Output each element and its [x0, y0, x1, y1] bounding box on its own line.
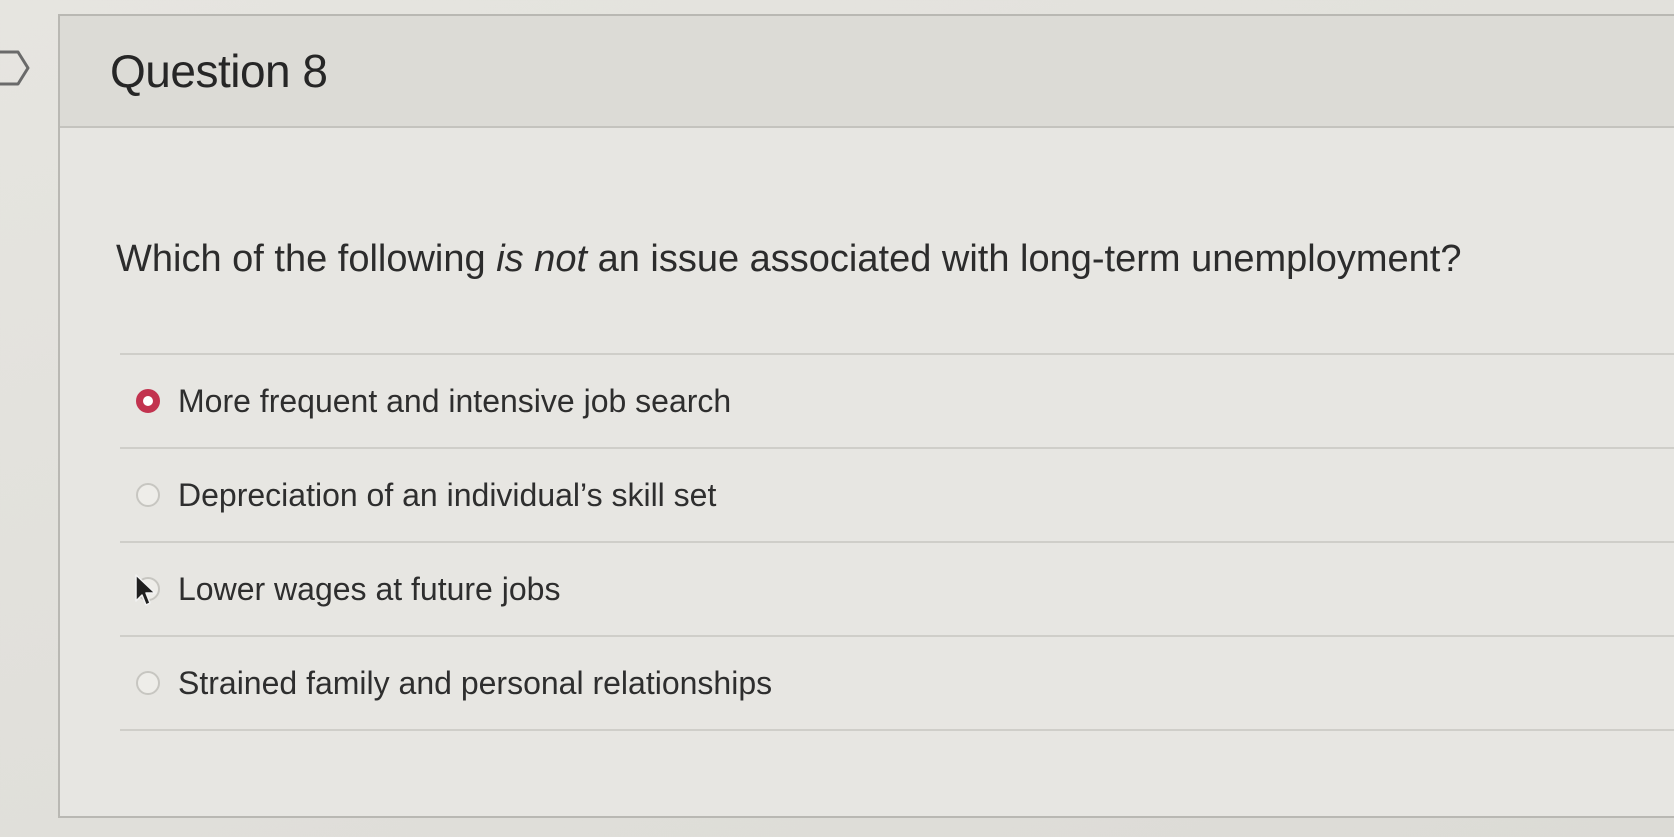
answer-option-2[interactable]: Depreciation of an individual’s skill se… — [120, 449, 1674, 543]
radio-button[interactable] — [136, 671, 160, 695]
question-card: Question 8 Which of the following is not… — [58, 14, 1674, 818]
prompt-text-before: Which of the following — [116, 238, 497, 280]
answer-label: Lower wages at future jobs — [178, 570, 561, 607]
answer-label: Depreciation of an individual’s skill se… — [178, 476, 717, 513]
answer-option-4[interactable]: Strained family and personal relationshi… — [120, 637, 1674, 731]
question-header: Question 8 — [60, 16, 1674, 128]
answer-list: More frequent and intensive job search D… — [120, 353, 1674, 731]
radio-button-selected[interactable] — [136, 389, 160, 413]
radio-button[interactable] — [135, 574, 160, 606]
answer-option-3[interactable]: Lower wages at future jobs — [120, 543, 1674, 637]
question-body: Which of the following is not an issue a… — [60, 128, 1674, 816]
prompt-text-after: an issue associated with long-term unemp… — [587, 238, 1462, 280]
question-prompt: Which of the following is not an issue a… — [116, 238, 1461, 281]
radio-button[interactable] — [136, 483, 160, 507]
answer-label: More frequent and intensive job search — [178, 382, 732, 419]
question-nav-arrow-icon[interactable] — [0, 48, 32, 88]
prompt-emphasis: is not — [496, 238, 588, 280]
answer-label: Strained family and personal relationshi… — [178, 664, 773, 701]
mouse-pointer-icon — [135, 574, 156, 606]
question-title: Question 8 — [110, 45, 328, 97]
answer-option-1[interactable]: More frequent and intensive job search — [120, 355, 1674, 449]
